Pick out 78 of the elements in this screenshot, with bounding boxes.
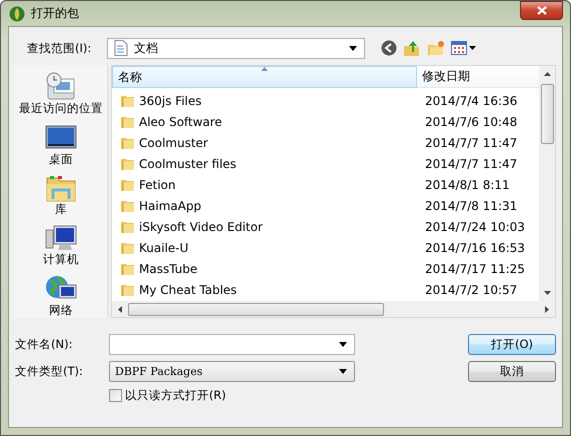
file-name: MassTube xyxy=(139,262,198,276)
modified-date: 2014/7/7 11:47 xyxy=(424,136,518,150)
file-name: Coolmuster files xyxy=(139,156,236,170)
file-row[interactable]: Kuaile-U 2014/7/16 16:53 xyxy=(112,237,539,258)
place-item[interactable]: 最近访问的位置 xyxy=(17,71,105,116)
close-icon xyxy=(536,6,546,15)
place-item[interactable]: 桌面 xyxy=(17,121,105,167)
file-name-label: 文件名(N): xyxy=(15,337,74,352)
file-name: HaimaApp xyxy=(139,198,202,212)
look-in-label: 查找范围(I): xyxy=(26,40,92,56)
folder-icon xyxy=(120,177,135,192)
scroll-left-icon xyxy=(118,306,122,312)
look-in-dropdown[interactable]: 文档 xyxy=(107,38,365,58)
caret-icon xyxy=(338,341,348,348)
document-icon xyxy=(114,40,128,56)
modified-date: 2014/7/4 16:36 xyxy=(424,94,518,108)
modified-date: 2014/7/6 10:48 xyxy=(424,114,518,128)
scroll-right-icon xyxy=(545,306,549,312)
sort-arrow-icon xyxy=(261,67,268,71)
file-name: Coolmuster xyxy=(139,136,208,150)
folder-up-icon[interactable] xyxy=(403,40,421,56)
folder-icon xyxy=(120,198,135,213)
horizontal-scrollbar[interactable] xyxy=(112,301,555,317)
file-row[interactable]: Coolmuster files 2014/7/7 11:47 xyxy=(112,153,539,174)
folder-icon xyxy=(120,282,135,297)
app-icon xyxy=(9,6,25,22)
caret-icon xyxy=(348,44,358,52)
scroll-thumb[interactable] xyxy=(540,84,554,144)
open-button[interactable]: 打开(O) xyxy=(468,334,556,355)
modified-date: 2014/7/16 16:53 xyxy=(424,240,525,254)
file-name-field[interactable] xyxy=(109,334,355,355)
folder-icon xyxy=(120,93,135,108)
look-in-value: 文档 xyxy=(134,40,158,56)
modified-date: 2014/8/1 8:11 xyxy=(424,178,510,192)
file-row[interactable]: MassTube 2014/7/17 11:25 xyxy=(112,258,539,279)
file-name: Kuaile-U xyxy=(139,240,188,254)
file-name: 360js Files xyxy=(139,94,202,108)
new-folder-icon[interactable] xyxy=(427,40,445,56)
vertical-scrollbar[interactable] xyxy=(539,66,555,301)
modified-date: 2014/7/24 10:03 xyxy=(424,220,525,234)
modified-date: 2014/7/8 11:31 xyxy=(424,198,518,212)
folder-icon xyxy=(120,135,135,150)
read-only-checkbox[interactable] xyxy=(109,389,122,402)
column-header[interactable]: 名称 xyxy=(112,66,417,88)
read-only-label: 以只读方式打开(R) xyxy=(125,388,226,403)
folder-icon xyxy=(120,261,135,276)
file-name: Aleo Software xyxy=(139,114,222,128)
scroll-thumb[interactable] xyxy=(128,302,384,316)
file-row[interactable]: HaimaApp 2014/7/8 11:31 xyxy=(112,195,539,216)
folder-icon xyxy=(120,114,135,129)
cancel-button[interactable]: 取消 xyxy=(468,361,556,382)
place-item[interactable]: 网络 xyxy=(17,272,105,318)
folder-icon xyxy=(120,156,135,171)
file-type-label: 文件类型(T): xyxy=(15,364,84,379)
scroll-up-icon xyxy=(544,72,550,76)
file-row[interactable]: Aleo Software 2014/7/6 10:48 xyxy=(112,111,539,132)
file-row[interactable]: Fetion 2014/8/1 8:11 xyxy=(112,174,539,195)
file-name: My Cheat Tables xyxy=(139,282,237,296)
file-type-dropdown[interactable]: DBPF Packages xyxy=(109,361,355,382)
modified-date: 2014/7/7 11:47 xyxy=(424,156,518,170)
file-name: iSkysoft Video Editor xyxy=(139,220,263,234)
file-row[interactable]: iSkysoft Video Editor 2014/7/24 10:03 xyxy=(112,216,539,237)
view-menu-icon[interactable] xyxy=(451,41,477,55)
folder-icon xyxy=(120,219,135,234)
file-row[interactable]: My Cheat Tables 2014/7/2 10:57 xyxy=(112,279,539,300)
place-item[interactable]: 库 xyxy=(17,172,105,218)
modified-date: 2014/7/2 10:57 xyxy=(424,282,518,296)
close-button[interactable] xyxy=(520,1,563,20)
modified-date: 2014/7/17 11:25 xyxy=(424,262,525,276)
file-row[interactable]: 360js Files 2014/7/4 16:36 xyxy=(112,90,539,111)
file-name: Fetion xyxy=(139,178,176,192)
folder-icon xyxy=(120,240,135,255)
caret-icon xyxy=(338,368,348,375)
file-row[interactable]: Coolmuster 2014/7/7 11:47 xyxy=(112,132,539,153)
back-icon[interactable] xyxy=(381,40,397,56)
window-title: 打开的包 xyxy=(31,5,79,22)
scroll-down-icon xyxy=(544,291,550,295)
place-item[interactable]: 计算机 xyxy=(17,222,105,268)
